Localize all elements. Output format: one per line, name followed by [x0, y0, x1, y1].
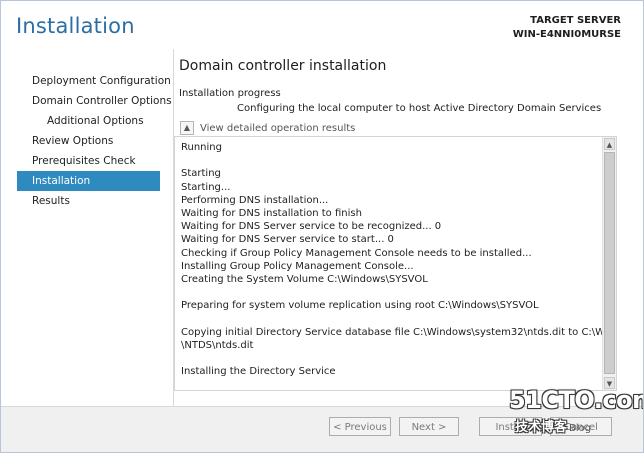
wizard-window: Installation TARGET SERVER WIN-E4NNI0MUR… — [0, 0, 644, 453]
view-details-expander[interactable]: ▲ View detailed operation results — [180, 121, 355, 135]
scroll-up-arrow-icon[interactable]: ▲ — [604, 138, 615, 150]
page-title: Installation — [16, 14, 135, 38]
log-scrollbar[interactable]: ▲ ▼ — [602, 137, 616, 390]
cancel-button[interactable]: Cancel — [550, 417, 612, 436]
sidebar-item-additional-options[interactable]: Additional Options — [1, 111, 171, 131]
sidebar-item-results[interactable]: Results — [1, 191, 171, 211]
progress-status: Configuring the local computer to host A… — [237, 103, 602, 114]
sidebar-item-deployment-configuration[interactable]: Deployment Configuration — [1, 71, 171, 91]
sidebar-item-domain-controller-options[interactable]: Domain Controller Options — [1, 91, 172, 111]
sidebar-item-prerequisites-check[interactable]: Prerequisites Check — [1, 151, 171, 171]
previous-button[interactable]: < Previous — [329, 417, 391, 436]
wizard-sidebar: Deployment Configuration Domain Controll… — [1, 71, 172, 211]
next-button[interactable]: Next > — [399, 417, 459, 436]
install-button[interactable]: Install — [479, 417, 542, 436]
scrollbar-thumb[interactable] — [604, 152, 615, 374]
wizard-footer: < Previous Next > Install Cancel — [1, 406, 643, 452]
target-server: TARGET SERVER WIN-E4NNI0MURSE — [513, 14, 621, 42]
progress-label: Installation progress — [179, 88, 281, 99]
operation-log[interactable]: Running Starting Starting... Performing … — [174, 136, 617, 391]
view-details-label: View detailed operation results — [200, 122, 356, 134]
target-server-label: TARGET SERVER — [530, 15, 621, 26]
scroll-down-arrow-icon[interactable]: ▼ — [604, 377, 615, 389]
sidebar-item-review-options[interactable]: Review Options — [1, 131, 171, 151]
target-server-name: WIN-E4NNI0MURSE — [512, 29, 621, 40]
operation-log-text: Running Starting Starting... Performing … — [181, 142, 616, 378]
chevron-up-icon: ▲ — [180, 121, 194, 135]
section-heading: Domain controller installation — [179, 58, 387, 74]
sidebar-item-installation[interactable]: Installation — [17, 171, 160, 191]
